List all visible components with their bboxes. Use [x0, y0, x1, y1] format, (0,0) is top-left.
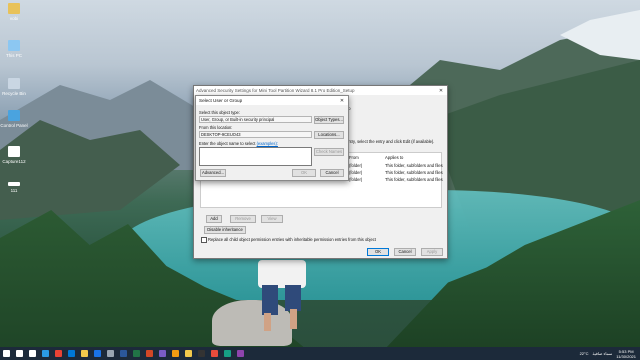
weather-temp[interactable]: 22°C	[580, 351, 589, 356]
computer-icon	[8, 40, 20, 51]
advanced-button[interactable]: Advanced...	[200, 169, 226, 177]
view-button[interactable]: View	[261, 215, 283, 223]
weather-desc: سماء صافية	[592, 351, 613, 356]
examples-link[interactable]: (examples):	[257, 141, 278, 146]
person-leg-left	[264, 313, 271, 331]
image-file-icon	[8, 146, 20, 157]
desktop-icon-capture[interactable]: Capture112	[0, 146, 28, 164]
dialog-cancel-button[interactable]: Cancel	[320, 169, 344, 177]
clock[interactable]: 5:53 PM 11/30/2021	[616, 349, 636, 359]
object-type-field: User, Group, or Built-in security princi…	[199, 116, 312, 123]
vlc-icon[interactable]	[169, 347, 182, 360]
clock-date: 11/30/2021	[616, 353, 636, 359]
file-icon	[8, 182, 20, 186]
person-shorts-right	[285, 285, 301, 311]
mail-icon[interactable]	[91, 347, 104, 360]
store-icon[interactable]	[65, 347, 78, 360]
app2-icon[interactable]	[234, 347, 247, 360]
powerpoint-icon[interactable]	[143, 347, 156, 360]
replace-permissions-checkbox[interactable]	[201, 237, 207, 243]
settings-icon[interactable]	[104, 347, 117, 360]
replace-permissions-label: Replace all child object permission entr…	[208, 237, 376, 242]
dialog-title: Select User or Group	[199, 98, 243, 103]
ok-button[interactable]: OK	[367, 248, 389, 256]
select-user-group-dialog: Select User or Group ✕ Select this objec…	[195, 95, 349, 181]
remove-button[interactable]: Remove	[230, 215, 256, 223]
window-titlebar: Advanced Security Settings for Mini Tool…	[194, 86, 447, 95]
object-type-label: Select this object type:	[199, 110, 240, 115]
dialog-titlebar: Select User or Group ✕	[196, 96, 348, 105]
desktop-icon-control-panel[interactable]: Control Panel	[0, 110, 28, 128]
chrome-icon[interactable]	[52, 347, 65, 360]
add-button[interactable]: Add	[206, 215, 222, 223]
windows-start-icon[interactable]	[0, 347, 13, 360]
search-icon[interactable]	[13, 347, 26, 360]
terminal-icon[interactable]	[195, 347, 208, 360]
file-explorer-icon[interactable]	[78, 347, 91, 360]
desktop-icon-recycle-bin[interactable]: Recycle Bin	[0, 78, 28, 96]
enter-object-label: Enter the object name to select (example…	[199, 141, 278, 146]
disable-inheritance-button[interactable]: Disable inheritance	[204, 226, 246, 234]
photos-icon[interactable]	[156, 347, 169, 360]
clock-time: 5:53 PM	[618, 348, 634, 354]
location-label: From this location:	[199, 125, 233, 130]
person-shorts-left	[262, 285, 278, 315]
excel-icon[interactable]	[130, 347, 143, 360]
user-folder-icon	[8, 3, 20, 14]
window-title: Advanced Security Settings for Mini Tool…	[196, 88, 355, 93]
object-name-input[interactable]	[199, 147, 312, 166]
col-from: From	[349, 155, 359, 160]
locations-button[interactable]: Locations...	[314, 131, 344, 139]
object-types-button[interactable]: Object Types...	[314, 116, 344, 124]
snip-icon[interactable]	[208, 347, 221, 360]
taskbar: 22°C سماء صافية 5:53 PM 11/30/2021	[0, 347, 640, 360]
desktop-icon-file[interactable]: 111	[0, 182, 28, 193]
edge-icon[interactable]	[39, 347, 52, 360]
rock	[212, 300, 292, 346]
taskbar-apps	[0, 347, 247, 360]
window-close-button[interactable]: ✕	[435, 86, 447, 95]
folder-icon[interactable]	[182, 347, 195, 360]
col-applies: Applies to	[385, 155, 404, 160]
dialog-close-button[interactable]: ✕	[336, 96, 348, 105]
recycle-bin-icon	[8, 78, 20, 89]
instruction-text: entry, select the entry and click Edit (…	[346, 139, 435, 144]
desktop-icon-this-pc[interactable]: This PC	[0, 40, 28, 58]
check-names-button[interactable]: Check Names	[314, 148, 344, 156]
cancel-button[interactable]: Cancel	[394, 248, 416, 256]
apply-button[interactable]: Apply	[421, 248, 443, 256]
word-icon[interactable]	[117, 347, 130, 360]
location-field: DESKTOP-9CEUO43	[199, 131, 312, 138]
desktop-icon-user[interactable]: vobi	[0, 3, 28, 21]
task-view-icon[interactable]	[26, 347, 39, 360]
person-shirt	[258, 260, 306, 288]
system-tray: 22°C سماء صافية 5:53 PM 11/30/2021	[580, 347, 636, 360]
dialog-ok-button[interactable]: OK	[292, 169, 316, 177]
app-icon[interactable]	[221, 347, 234, 360]
control-panel-icon	[8, 110, 20, 121]
person-leg-right	[290, 309, 297, 329]
